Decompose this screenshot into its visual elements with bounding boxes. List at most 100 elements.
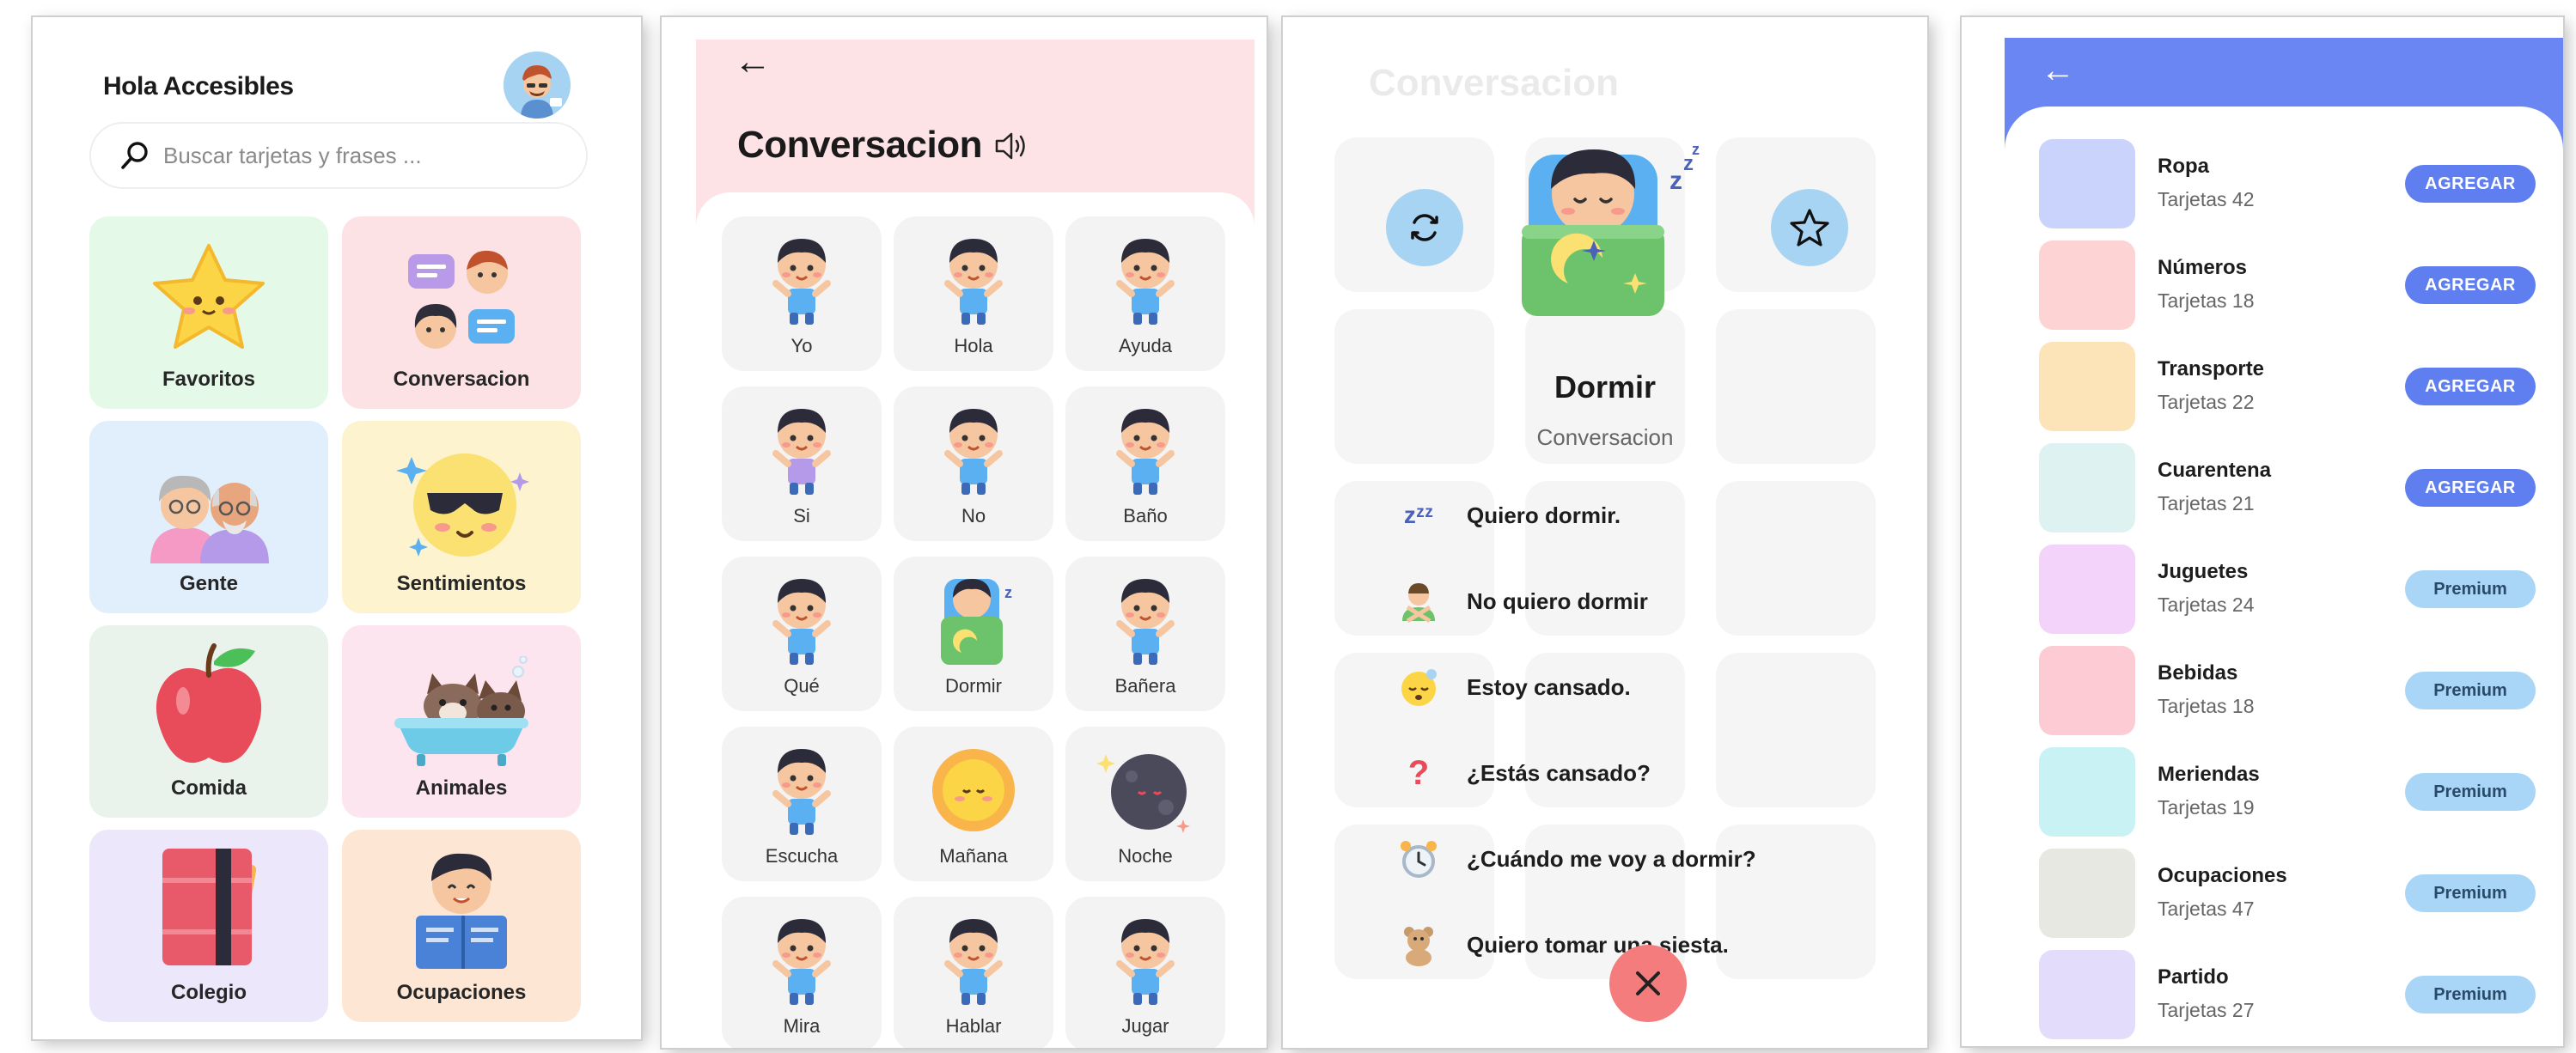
child-pictogram-icon: [944, 409, 1003, 495]
phrase-text: ¿Estás cansado?: [1467, 759, 1651, 786]
category-label: Ocupaciones: [396, 981, 527, 1004]
premium-button[interactable]: Premium: [2405, 976, 2536, 1013]
phrase-row[interactable]: Estoy cansado.: [1395, 661, 1631, 713]
child-pictogram-icon: [772, 239, 831, 325]
card-tile[interactable]: Jugar: [1065, 897, 1225, 1048]
apple-icon: [156, 643, 262, 764]
card-tile[interactable]: Hablar: [894, 897, 1053, 1048]
premium-button[interactable]: Premium: [2405, 570, 2536, 608]
night-moon-icon: [1096, 754, 1190, 833]
pack-row[interactable]: Ocupaciones Tarjetas 47 Premium: [2039, 849, 2546, 938]
pack-count: Tarjetas 24: [2158, 593, 2255, 616]
premium-button[interactable]: Premium: [2405, 672, 2536, 709]
packs-screen: ← Ropa Tarjetas 42 AGREGAR Números Tarjetas …: [1962, 17, 2563, 1046]
pack-count: Tarjetas 21: [2158, 492, 2255, 514]
pack-row[interactable]: Números Tarjetas 18 AGREGAR: [2039, 240, 2546, 330]
pack-thumbnail: [2039, 139, 2135, 228]
phrase-row[interactable]: ? ¿Estás cansado?: [1395, 747, 1651, 799]
sleepy-face-icon: [1395, 663, 1443, 711]
category-card-gente[interactable]: Gente: [89, 421, 328, 613]
close-button[interactable]: [1609, 945, 1687, 1022]
card-tile[interactable]: Noche: [1065, 727, 1225, 881]
category-card-comida[interactable]: Comida: [89, 625, 328, 818]
category-card-favoritos[interactable]: Favoritos: [89, 216, 328, 409]
card-word: Dormir: [1554, 369, 1657, 405]
card-label: Baño: [1123, 505, 1168, 526]
card-label: Yo: [791, 335, 813, 356]
favorite-button[interactable]: [1771, 189, 1848, 266]
repeat-button[interactable]: [1386, 189, 1463, 266]
card-label: Bañera: [1114, 675, 1176, 697]
child-pictogram-icon: [944, 239, 1003, 325]
phrase-row[interactable]: zᶻᶻ Quiero dormir.: [1395, 490, 1621, 541]
pack-name: Cuarentena: [2158, 459, 2272, 482]
category-label: Comida: [170, 776, 247, 800]
card-tile[interactable]: Ayuda: [1065, 216, 1225, 371]
agregar-button[interactable]: AGREGAR: [2405, 368, 2536, 405]
card-tile[interactable]: Baño: [1065, 387, 1225, 541]
agregar-button[interactable]: AGREGAR: [2405, 165, 2536, 203]
pack-count: Tarjetas 42: [2158, 188, 2255, 210]
search-icon: [121, 142, 148, 169]
pack-row[interactable]: Bebidas Tarjetas 18 Premium: [2039, 646, 2546, 735]
pack-count: Tarjetas 27: [2158, 999, 2255, 1021]
pack-row[interactable]: Transporte Tarjetas 22 AGREGAR: [2039, 342, 2546, 431]
agregar-button[interactable]: AGREGAR: [2405, 469, 2536, 507]
dormir-illustration: z z z: [1522, 141, 1700, 316]
phrase-row[interactable]: ¿Cuándo me voy a dormir?: [1395, 833, 1756, 885]
category-card-sentimientos[interactable]: Sentimientos: [342, 421, 581, 613]
reader-boy-icon: [416, 853, 507, 969]
agregar-button[interactable]: AGREGAR: [2405, 266, 2536, 304]
card-tile[interactable]: No: [894, 387, 1053, 541]
pack-row[interactable]: Partido Tarjetas 27 Premium: [2039, 950, 2546, 1039]
greeting-title: Hola Accesibles: [103, 72, 294, 100]
grandparents-icon: [150, 475, 269, 563]
pack-row[interactable]: Cuarentena Tarjetas 21 AGREGAR: [2039, 443, 2546, 533]
svg-text:z: z: [1004, 584, 1012, 601]
search-bar[interactable]: [89, 122, 588, 189]
category-card-animales[interactable]: Animales: [342, 625, 581, 818]
avatar-icon: [504, 52, 571, 119]
pack-row[interactable]: Juguetes Tarjetas 24 Premium: [2039, 545, 2546, 634]
conversation-screen: ← Conversacion Yo Hola Ayuda Si No Baño Qué z Do…: [662, 17, 1267, 1048]
pack-row[interactable]: Ropa Tarjetas 42 AGREGAR: [2039, 139, 2546, 228]
back-button[interactable]: ←: [2041, 53, 2075, 88]
star-icon: [153, 244, 265, 349]
pack-name: Juguetes: [2158, 560, 2249, 583]
card-label: Ayuda: [1119, 335, 1172, 356]
close-icon: [1636, 971, 1660, 995]
phrase-row[interactable]: No quiero dormir: [1395, 575, 1648, 627]
category-card-conversacion[interactable]: Conversacion: [342, 216, 581, 409]
card-tile[interactable]: Mañana: [894, 727, 1053, 881]
premium-button[interactable]: Premium: [2405, 874, 2536, 912]
card-label: No: [961, 505, 986, 526]
category-label: Sentimientos: [396, 572, 527, 595]
card-tile[interactable]: Mira: [722, 897, 882, 1048]
child-pictogram-icon: [1116, 919, 1175, 1005]
premium-button[interactable]: Premium: [2405, 773, 2536, 811]
category-card-colegio[interactable]: Colegio: [89, 830, 328, 1022]
category-card-ocupaciones[interactable]: Ocupaciones: [342, 830, 581, 1022]
search-input[interactable]: [163, 142, 559, 169]
pack-thumbnail: [2039, 950, 2135, 1039]
pack-thumbnail: [2039, 849, 2135, 938]
card-label: Hola: [954, 335, 993, 356]
card-tile[interactable]: Si: [722, 387, 882, 541]
star-outline-icon: [1790, 209, 1829, 247]
pack-count: Tarjetas 22: [2158, 391, 2255, 413]
phrase-text: Estoy cansado.: [1467, 673, 1631, 700]
pack-row[interactable]: Meriendas Tarjetas 19 Premium: [2039, 747, 2546, 837]
card-tile[interactable]: Bañera: [1065, 557, 1225, 711]
svg-text:z: z: [1670, 167, 1682, 195]
card-label: Jugar: [1121, 1015, 1169, 1037]
speaker-icon[interactable]: [994, 131, 1032, 161]
card-tile[interactable]: Qué: [722, 557, 882, 711]
card-tile[interactable]: Hola: [894, 216, 1053, 371]
pack-thumbnail: [2039, 443, 2135, 533]
card-tile[interactable]: Yo: [722, 216, 882, 371]
pack-thumbnail: [2039, 342, 2135, 431]
back-button[interactable]: ←: [734, 43, 772, 81]
card-tile[interactable]: z Dormir: [894, 557, 1053, 711]
card-tile[interactable]: Escucha: [722, 727, 882, 881]
user-avatar[interactable]: [504, 52, 571, 119]
